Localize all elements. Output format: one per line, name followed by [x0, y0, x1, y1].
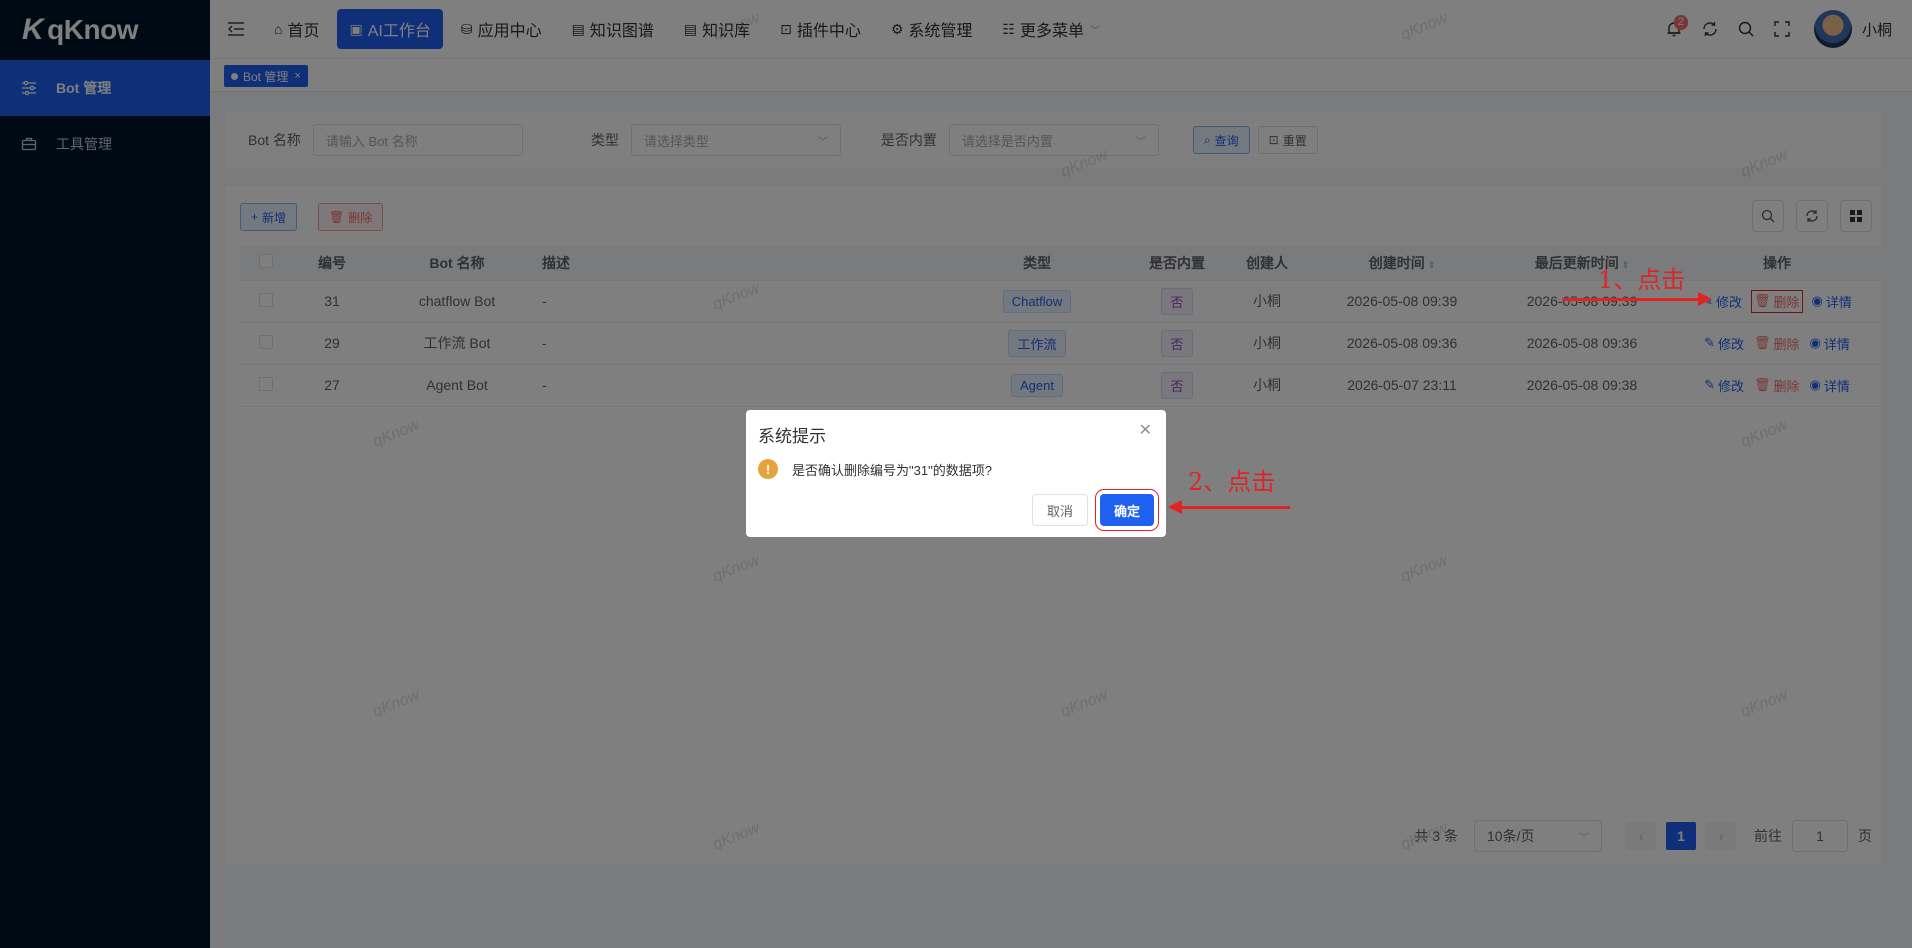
dialog-footer: 取消 确定: [1031, 489, 1160, 531]
confirm-dialog: 系统提示 ✕ ! 是否确认删除编号为"31"的数据项? 取消 确定: [746, 410, 1166, 537]
dialog-message: 是否确认删除编号为"31"的数据项?: [792, 462, 992, 478]
annotation-arrow-left-icon: [1168, 500, 1290, 514]
dialog-title: 系统提示: [758, 427, 826, 446]
annotation-step1: 1、点击: [1598, 266, 1686, 294]
confirm-button[interactable]: 确定: [1094, 489, 1160, 531]
cancel-button[interactable]: 取消: [1031, 494, 1088, 526]
warning-icon: !: [758, 459, 778, 479]
close-icon[interactable]: ✕: [1139, 420, 1152, 440]
annotation-arrow-right-icon: [1562, 292, 1712, 306]
dialog-body: ! 是否确认删除编号为"31"的数据项?: [758, 459, 1154, 479]
annotation-step2: 2、点击: [1188, 468, 1276, 496]
